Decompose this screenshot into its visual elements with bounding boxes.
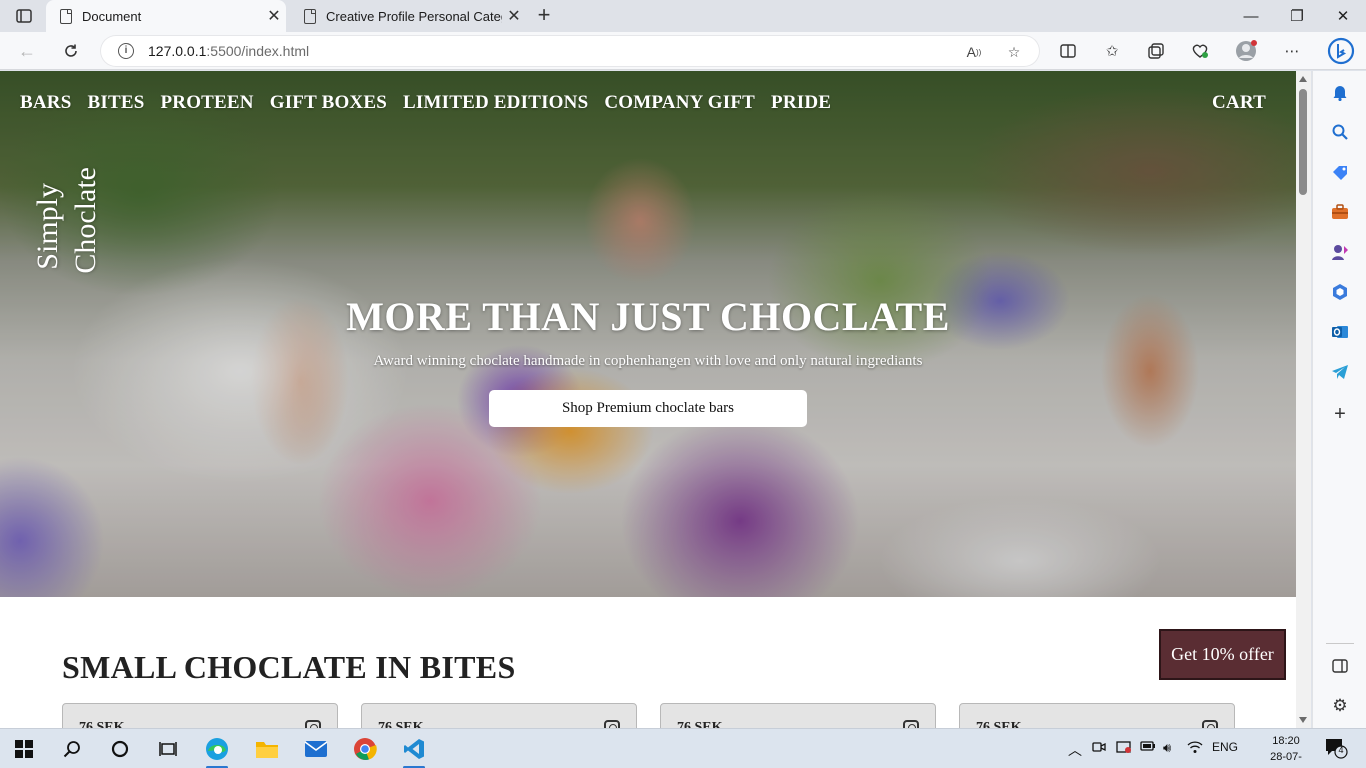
new-tab-button[interactable]: + [532, 4, 556, 28]
camera-icon[interactable] [604, 720, 620, 728]
clock-date: 28-07-2023 [1270, 751, 1302, 768]
close-window-button[interactable]: ✕ [1320, 0, 1366, 32]
favorites-icon[interactable]: ✩ [1100, 39, 1124, 63]
nav-bars[interactable]: BARS [20, 92, 71, 114]
tab-close-icon[interactable]: ✕ [262, 6, 286, 26]
tab-creative-profile[interactable]: Creative Profile Personal Categor ✕ [290, 0, 526, 32]
page-scrollbar[interactable] [1296, 71, 1311, 728]
page-icon [304, 8, 316, 24]
nav-gift-boxes[interactable]: GIFT BOXES [270, 92, 387, 114]
back-arrow-icon[interactable]: ← [12, 36, 42, 66]
browser-tab-strip: Document ✕ Creative Profile Personal Cat… [0, 0, 1366, 32]
maximize-button[interactable]: ❐ [1274, 0, 1320, 32]
nav-company-gift[interactable]: COMPANY GIFT [604, 92, 755, 114]
split-screen-icon[interactable] [1056, 39, 1080, 63]
edge-sidebar: + ⚙ [1312, 71, 1366, 728]
settings-icon[interactable]: ⚙ [1329, 695, 1351, 717]
shop-premium-button[interactable]: Shop Premium choclate bars [489, 390, 807, 427]
search-icon[interactable] [1329, 121, 1351, 143]
mail-icon[interactable] [302, 735, 330, 763]
hero-title: MORE THAN JUST CHOCLATE [346, 294, 950, 339]
product-card[interactable]: 76 SEK [361, 703, 637, 728]
section-title: SMALL CHOCLATE IN BITES [62, 649, 516, 685]
clock-time: 18:20 [1272, 735, 1300, 747]
brand-word-simply: Simply [31, 183, 64, 270]
nav-cart[interactable]: CART [1212, 92, 1266, 114]
site-info-icon[interactable]: i [118, 43, 134, 59]
tab-title: Creative Profile Personal Categor [326, 8, 502, 24]
product-price: 76 SEK [378, 720, 424, 728]
brand-logo[interactable]: Simply Choclate [28, 167, 104, 287]
minimize-button[interactable]: — [1228, 0, 1274, 32]
volume-icon[interactable]: 🔊︎ [1163, 740, 1171, 756]
chevron-up-icon[interactable]: ︿ [1068, 740, 1082, 760]
file-explorer-icon[interactable] [253, 735, 281, 763]
site-navigation: BARS BITES PROTEEN GIFT BOXES LIMITED ED… [20, 92, 831, 114]
windows-taskbar: ︿ 🔊︎ ENG 18:20 28-07-2023 4 [0, 728, 1366, 768]
games-icon[interactable] [1329, 241, 1351, 263]
wifi-icon[interactable] [1187, 740, 1203, 757]
language-indicator[interactable]: ENG [1212, 740, 1238, 754]
product-card[interactable]: 76 SEK [62, 703, 338, 728]
bing-copilot-icon[interactable] [1326, 36, 1356, 66]
tools-briefcase-icon[interactable] [1329, 201, 1351, 223]
more-icon[interactable]: ⋯ [1280, 39, 1304, 63]
page-viewport: BARS BITES PROTEEN GIFT BOXES LIMITED ED… [0, 71, 1296, 728]
hero-subtitle: Award winning choclate handmade in cophe… [373, 353, 923, 369]
browser-toolbar: ← i 127.0.0.1:5500/index.html A)) ☆ ✩ ⋯ [0, 32, 1366, 70]
battery-icon[interactable] [1140, 740, 1156, 755]
notification-center-icon[interactable]: 4 [1324, 737, 1348, 759]
sidebar-toggle-icon[interactable] [1329, 655, 1351, 677]
nav-limited-editions[interactable]: LIMITED EDITIONS [403, 92, 588, 114]
microsoft-365-icon[interactable] [1329, 281, 1351, 303]
telegram-icon[interactable] [1329, 361, 1351, 383]
outlook-icon[interactable] [1329, 321, 1351, 343]
search-icon[interactable] [58, 735, 86, 763]
profile-avatar-icon[interactable] [1234, 39, 1258, 63]
product-price: 76 SEK [976, 720, 1022, 728]
notifications-icon[interactable] [1329, 81, 1351, 103]
offer-button[interactable]: Get 10% offer [1159, 629, 1286, 680]
brand-word-choclate: Choclate [69, 167, 102, 274]
scrollbar-thumb[interactable] [1299, 89, 1307, 195]
product-price: 76 SEK [677, 720, 723, 728]
tab-close-icon[interactable]: ✕ [502, 6, 526, 26]
read-aloud-icon[interactable]: A)) [964, 42, 984, 62]
product-price: 76 SEK [79, 720, 125, 728]
scroll-up-icon[interactable] [1299, 76, 1307, 82]
notification-count: 4 [1338, 745, 1344, 755]
page-icon [60, 8, 72, 24]
system-clock[interactable]: 18:20 28-07-2023 [1258, 733, 1314, 768]
browser-essentials-icon[interactable] [1188, 39, 1212, 63]
hero-banner: BARS BITES PROTEEN GIFT BOXES LIMITED ED… [0, 71, 1296, 597]
product-card[interactable]: 76 SEK [959, 703, 1235, 728]
refresh-icon[interactable] [56, 36, 86, 66]
windows-start-icon[interactable] [10, 735, 38, 763]
tab-document[interactable]: Document ✕ [46, 0, 286, 32]
product-card[interactable]: 76 SEK [660, 703, 936, 728]
favorite-star-icon[interactable]: ☆ [1004, 42, 1024, 62]
nav-bites[interactable]: BITES [87, 92, 144, 114]
add-icon[interactable]: + [1329, 403, 1351, 425]
collections-icon[interactable] [1144, 39, 1168, 63]
camera-icon[interactable] [305, 720, 321, 728]
url-text: 127.0.0.1:5500/index.html [148, 43, 310, 59]
vscode-icon[interactable] [400, 735, 428, 768]
nav-proteen[interactable]: PROTEEN [160, 92, 253, 114]
cortana-icon[interactable] [106, 735, 134, 763]
edge-browser-icon[interactable] [203, 735, 231, 768]
tab-actions-icon[interactable] [8, 4, 40, 28]
camera-icon[interactable] [1202, 720, 1218, 728]
task-view-icon[interactable] [154, 735, 182, 763]
security-alert-icon[interactable] [1116, 740, 1132, 757]
camera-icon[interactable] [903, 720, 919, 728]
meet-now-icon[interactable] [1092, 740, 1106, 757]
tab-title: Document [82, 8, 142, 24]
nav-pride[interactable]: PRIDE [771, 92, 831, 114]
address-bar[interactable]: i 127.0.0.1:5500/index.html A)) ☆ [100, 35, 1040, 67]
scroll-down-icon[interactable] [1299, 717, 1307, 723]
chrome-icon[interactable] [351, 735, 379, 763]
sidebar-divider [1326, 643, 1354, 644]
shopping-tag-icon[interactable] [1329, 161, 1351, 183]
